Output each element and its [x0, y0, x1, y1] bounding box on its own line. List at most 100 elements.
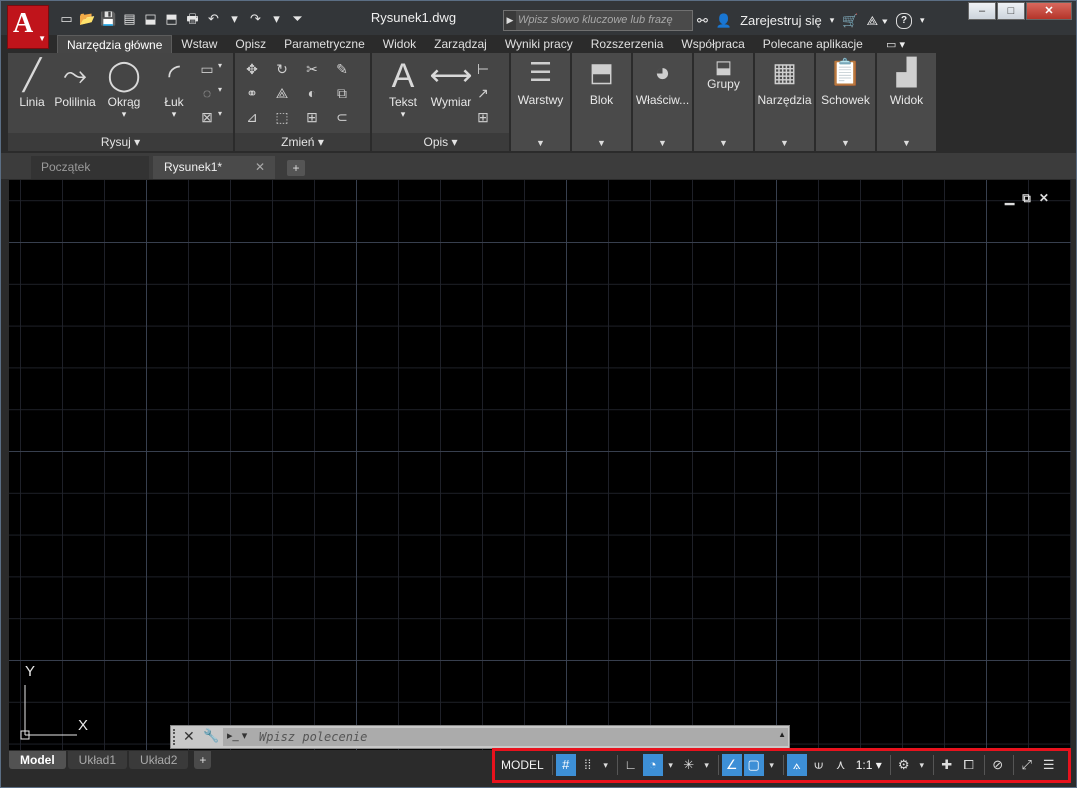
- sign-in-dropdown-icon[interactable]: ▾: [830, 15, 835, 26]
- add-layout-button[interactable]: +: [194, 751, 212, 769]
- dimension-button[interactable]: ⟷ Wymiar: [428, 57, 474, 109]
- command-input[interactable]: Wpisz polecenie: [259, 730, 367, 744]
- tab-start[interactable]: Początek: [31, 156, 149, 179]
- object-snap-dropdown[interactable]: ▾: [766, 754, 778, 776]
- new-icon[interactable]: ▭: [57, 10, 76, 28]
- auto-scale-button[interactable]: ⟒: [809, 754, 829, 776]
- chevron-down-icon[interactable]: ▼: [816, 138, 875, 148]
- fillet-icon[interactable]: ◐: [301, 83, 323, 103]
- maximize-button[interactable]: □: [997, 2, 1025, 20]
- isometric-dropdown[interactable]: ▾: [701, 754, 713, 776]
- command-history-icon[interactable]: ▲: [778, 730, 786, 739]
- sign-in-link[interactable]: Zarejestruj się: [740, 13, 822, 28]
- trim-icon[interactable]: ✂: [301, 59, 323, 79]
- object-snap-tracking-button[interactable]: ∠: [721, 754, 742, 776]
- draw-panel-title[interactable]: Rysuj ▾: [8, 133, 233, 151]
- isolate-objects-button[interactable]: ⊘: [988, 754, 1008, 776]
- ribbon-tab-4[interactable]: Widok: [374, 35, 425, 53]
- mirror-icon[interactable]: ⟁: [271, 83, 293, 103]
- snap-mode-button[interactable]: ⁞⁞: [578, 754, 598, 776]
- erase-icon[interactable]: ✎: [331, 59, 353, 79]
- block-panel-button[interactable]: ⬒ Blok ▼: [572, 53, 632, 151]
- text-button[interactable]: A Tekst ▾: [380, 57, 426, 120]
- viewport-minimize-icon[interactable]: ▁: [1005, 191, 1014, 206]
- ribbon-tab-5[interactable]: Zarządzaj: [425, 35, 496, 53]
- chevron-down-icon[interactable]: ▼: [572, 138, 631, 148]
- redo-icon[interactable]: ↷: [246, 10, 265, 28]
- clipboard-panel-button[interactable]: 📋 Schowek ▼: [816, 53, 876, 151]
- linear-dimension-icon[interactable]: ⊢: [472, 59, 494, 79]
- save-as-icon[interactable]: ▤: [120, 10, 139, 28]
- chevron-down-icon[interactable]: ▾: [154, 109, 194, 120]
- view-panel-button[interactable]: ▟ Widok ▼: [877, 53, 937, 151]
- ribbon-tab-3[interactable]: Parametryczne: [275, 35, 374, 53]
- grid-display-button[interactable]: #: [555, 754, 576, 776]
- utilities-panel-button[interactable]: ▦ Narzędzia ▼: [755, 53, 815, 151]
- minimize-button[interactable]: –: [968, 2, 996, 20]
- stretch-icon[interactable]: ⊿: [241, 107, 263, 127]
- help-icon[interactable]: ?: [896, 12, 913, 29]
- command-close-icon[interactable]: ✕: [183, 728, 195, 745]
- chevron-down-icon[interactable]: ▾: [104, 109, 144, 120]
- ellipse-icon[interactable]: ◌: [196, 83, 218, 103]
- ortho-mode-button[interactable]: ∟: [621, 754, 641, 776]
- hatch-icon[interactable]: ⊠: [196, 107, 218, 127]
- snap-dropdown[interactable]: ▾: [600, 754, 612, 776]
- autodesk-a360-icon[interactable]: ⟁ ▾: [866, 13, 888, 29]
- undo-dropdown-icon[interactable]: ▾: [225, 10, 244, 28]
- annotation-visibility-button[interactable]: ⟑: [786, 754, 807, 776]
- circle-button[interactable]: ◯ Okrąg ▾: [104, 57, 144, 120]
- qat-customize-icon[interactable]: ⏷: [288, 10, 307, 28]
- save-web-icon[interactable]: ⬒: [162, 10, 181, 28]
- command-input-box[interactable]: ▸_ ▾ Wpisz polecenie: [223, 728, 788, 746]
- move-icon[interactable]: ✥: [241, 59, 263, 79]
- chevron-down-icon[interactable]: ▼: [511, 138, 570, 148]
- polar-tracking-button[interactable]: ◔: [642, 754, 663, 776]
- annotation-monitor-button[interactable]: ✚: [937, 754, 957, 776]
- offset-icon[interactable]: ⊂: [331, 107, 353, 127]
- close-button[interactable]: ✕: [1026, 2, 1072, 20]
- command-prompt-icon[interactable]: ▸_ ▾: [227, 729, 247, 742]
- chevron-down-icon[interactable]: ▼: [694, 138, 753, 148]
- chevron-down-icon[interactable]: ▼: [877, 138, 936, 148]
- object-snap-button[interactable]: ▢: [743, 754, 764, 776]
- scale-icon[interactable]: ⬚: [271, 107, 293, 127]
- ribbon-tab-6[interactable]: Wyniki pracy: [496, 35, 582, 53]
- tab-layout1[interactable]: Układ1: [67, 751, 128, 769]
- array-icon[interactable]: ⊞: [301, 107, 323, 127]
- table-icon[interactable]: ⊞: [472, 107, 494, 127]
- explode-icon[interactable]: ⧉: [331, 83, 353, 103]
- close-tab-icon[interactable]: ✕: [255, 156, 265, 179]
- tab-drawing[interactable]: Rysunek1* ✕: [153, 156, 275, 179]
- cart-icon[interactable]: 🛒: [842, 13, 858, 29]
- copy-icon[interactable]: ⚭: [241, 83, 263, 103]
- ribbon-tab-8[interactable]: Współpraca: [672, 35, 753, 53]
- plot-icon[interactable]: 🖶: [183, 10, 202, 28]
- tab-layout2[interactable]: Układ2: [129, 751, 189, 769]
- save-icon[interactable]: 💾: [99, 10, 118, 28]
- isometric-drafting-button[interactable]: ✳: [679, 754, 699, 776]
- application-menu-button[interactable]: A ▼: [7, 5, 49, 49]
- workspace-dropdown[interactable]: ▾: [916, 754, 928, 776]
- ribbon-tab-2[interactable]: Opisz: [226, 35, 275, 53]
- rotate-icon[interactable]: ↻: [271, 59, 293, 79]
- command-customize-icon[interactable]: 🔧: [203, 728, 219, 744]
- open-web-icon[interactable]: ⬓: [141, 10, 160, 28]
- help-dropdown-icon[interactable]: ▾: [920, 15, 925, 26]
- rectangle-dropdown-icon[interactable]: ▾: [218, 61, 222, 70]
- polar-dropdown[interactable]: ▾: [665, 754, 677, 776]
- chevron-down-icon[interactable]: ▼: [633, 138, 692, 148]
- viewport-close-icon[interactable]: ✕: [1039, 191, 1049, 206]
- chevron-down-icon[interactable]: ▼: [755, 138, 814, 148]
- ellipse-dropdown-icon[interactable]: ▾: [218, 85, 222, 94]
- ribbon-display-toggle-icon[interactable]: ▭ ▾: [886, 38, 905, 51]
- modify-panel-title[interactable]: Zmień ▾: [235, 133, 370, 151]
- tab-model[interactable]: Model: [9, 751, 66, 769]
- ribbon-tab-9[interactable]: Polecane aplikacje: [754, 35, 872, 53]
- annotate-panel-title[interactable]: Opis ▾: [372, 133, 509, 151]
- workspace-switch-button[interactable]: ⚙: [894, 754, 914, 776]
- clean-screen-button[interactable]: ⤢: [1017, 754, 1037, 776]
- drawing-area[interactable]: [9, 180, 1071, 750]
- open-icon[interactable]: 📂: [78, 10, 97, 28]
- model-space-button[interactable]: MODEL: [498, 754, 547, 776]
